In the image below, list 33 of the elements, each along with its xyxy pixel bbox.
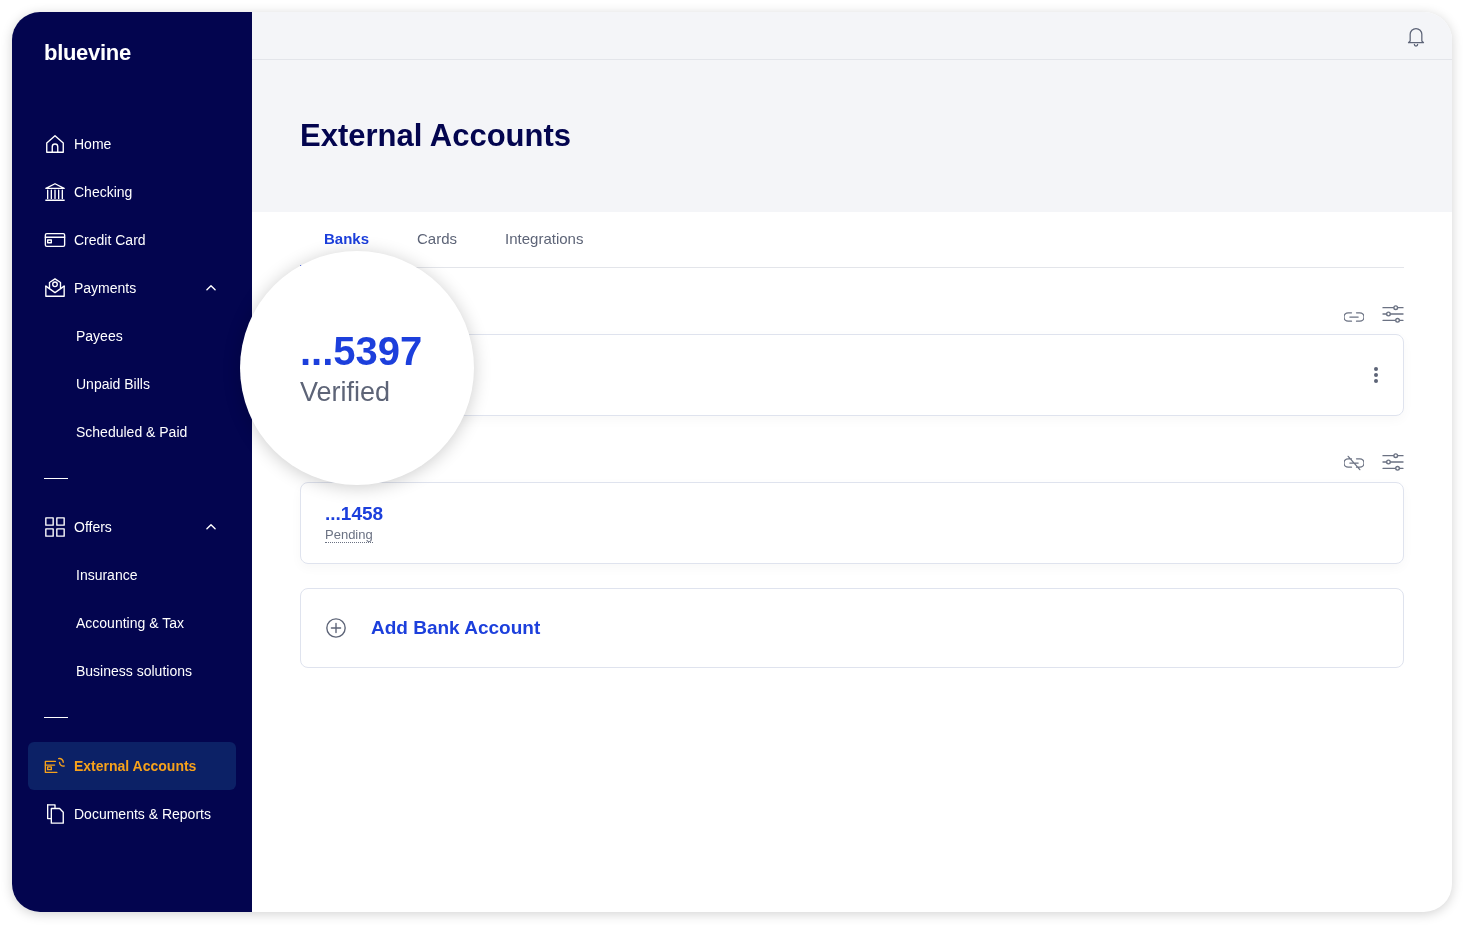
nav-subitem[interactable]: Payees	[28, 312, 236, 360]
documents-icon	[44, 803, 66, 825]
account-status: Verified	[300, 376, 392, 408]
nav-item[interactable]: Payments	[28, 264, 236, 312]
nav-item[interactable]: External Accounts	[28, 742, 236, 790]
tab[interactable]: Integrations	[481, 212, 608, 268]
grid-icon	[44, 516, 66, 538]
money-envelope-icon	[44, 277, 66, 299]
unlink-icon[interactable]	[1344, 454, 1364, 472]
logo: bluevine	[43, 40, 132, 66]
sliders-icon[interactable]	[1382, 452, 1404, 472]
account-card[interactable]: ...1458 Pending	[300, 482, 1404, 564]
nav-subitem[interactable]: Insurance	[28, 551, 236, 599]
nav-subitem[interactable]: Unpaid Bills	[28, 360, 236, 408]
nav-item[interactable]: Home	[28, 120, 236, 168]
bank-icon	[44, 181, 66, 203]
nav-item[interactable]: Checking	[28, 168, 236, 216]
sliders-icon[interactable]	[1382, 304, 1404, 324]
nav-item[interactable]: Documents & Reports	[28, 790, 236, 838]
more-icon[interactable]	[1373, 366, 1379, 384]
nav-subitem[interactable]: Accounting & Tax	[28, 599, 236, 647]
plus-circle-icon	[325, 617, 347, 639]
account-number: ...5397	[300, 328, 424, 373]
account-status: Pending	[325, 527, 373, 543]
nav-item[interactable]: Credit Card	[28, 216, 236, 264]
add-bank-account-button[interactable]: Add Bank Account	[300, 588, 1404, 668]
page-title: External Accounts	[300, 118, 573, 154]
nav-subitem[interactable]: Scheduled & Paid	[28, 408, 236, 456]
house-icon	[44, 133, 66, 155]
link-icon[interactable]	[1344, 310, 1364, 324]
account-number: ...1458	[325, 503, 385, 525]
nav-subitem[interactable]: Business solutions	[28, 647, 236, 695]
nav-item[interactable]: Offers	[28, 503, 236, 551]
